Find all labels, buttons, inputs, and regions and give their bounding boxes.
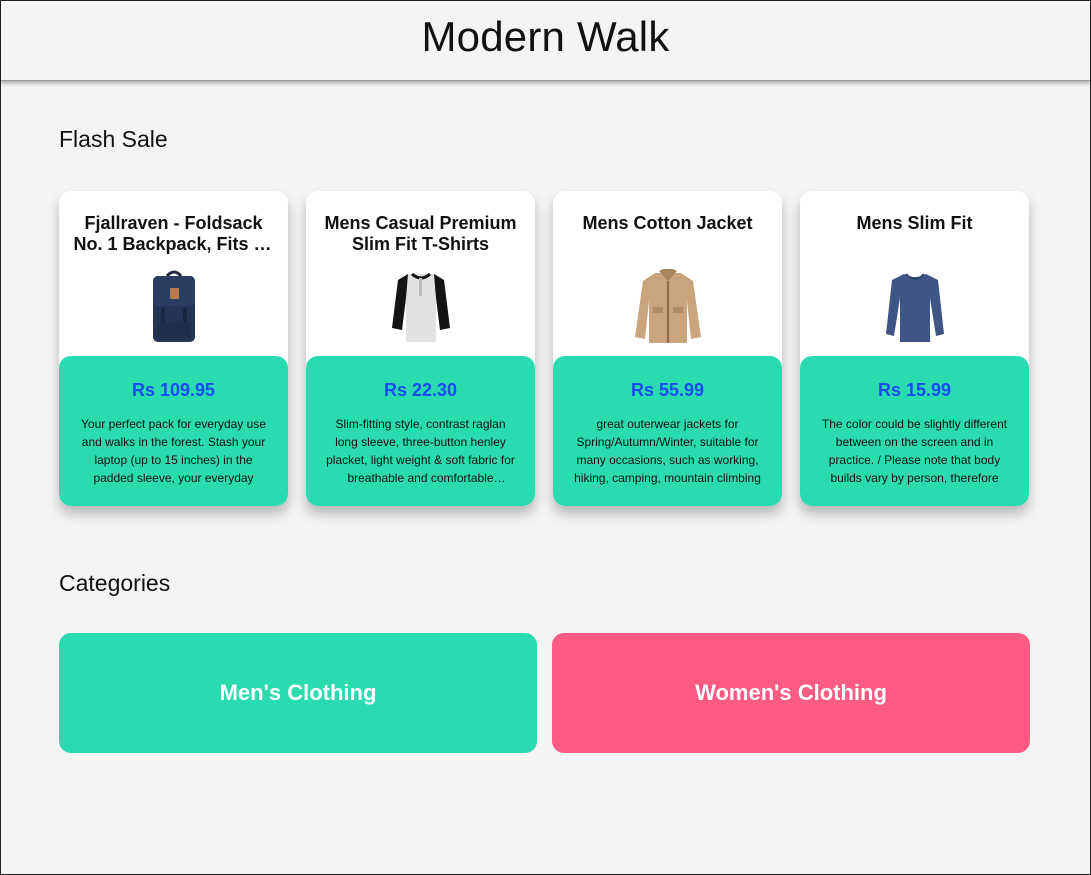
product-list: Fjallraven - Foldsack No. 1 Backpack, Fi… xyxy=(59,191,1030,506)
category-mens-clothing[interactable]: Men's Clothing xyxy=(59,633,537,753)
product-title: Fjallraven - Foldsack No. 1 Backpack, Fi… xyxy=(73,213,274,254)
category-womens-clothing[interactable]: Women's Clothing xyxy=(552,633,1030,753)
product-card[interactable]: Mens Slim Fit Rs 15.99 The color could b… xyxy=(800,191,1029,506)
category-list: Men's Clothing Women's Clothing xyxy=(59,633,1030,753)
product-card-footer: Rs 109.95 Your perfect pack for everyday… xyxy=(59,356,288,506)
flash-sale-title: Flash Sale xyxy=(59,126,168,152)
product-card[interactable]: Mens Casual Premium Slim Fit T-Shirts Rs… xyxy=(306,191,535,506)
product-price: Rs 55.99 xyxy=(630,380,705,400)
product-card-footer: Rs 22.30 Slim-fitting style, contrast ra… xyxy=(306,356,535,506)
categories-title: Categories xyxy=(59,570,171,596)
main-content: Flash Sale Fjallraven - Foldsack No. 1 B… xyxy=(1,126,1090,753)
product-description: The color could be slightly different be… xyxy=(821,417,1008,485)
app-header: Modern Walk xyxy=(1,1,1090,81)
product-card-header: Fjallraven - Foldsack No. 1 Backpack, Fi… xyxy=(59,191,288,356)
product-description: great outerwear jackets for Spring/Autum… xyxy=(574,417,761,485)
product-card[interactable]: Mens Cotton Jacket Rs 55.99 great outerw… xyxy=(553,191,782,506)
product-price: Rs 15.99 xyxy=(877,380,952,400)
backpack-icon xyxy=(134,265,214,349)
tshirt-icon xyxy=(381,265,461,349)
product-card-header: Mens Cotton Jacket xyxy=(553,191,782,356)
product-card[interactable]: Fjallraven - Foldsack No. 1 Backpack, Fi… xyxy=(59,191,288,506)
app-title[interactable]: Modern Walk xyxy=(421,13,669,61)
product-description: Slim-fitting style, contrast raglan long… xyxy=(326,417,515,485)
product-title: Mens Casual Premium Slim Fit T-Shirts xyxy=(324,213,517,254)
product-description: Your perfect pack for everyday use and w… xyxy=(81,417,266,485)
product-title: Mens Slim Fit xyxy=(856,213,973,233)
product-title: Mens Cotton Jacket xyxy=(582,213,753,233)
product-price: Rs 22.30 xyxy=(383,380,458,400)
jacket-icon xyxy=(628,265,708,349)
product-price: Rs 109.95 xyxy=(131,380,216,400)
product-card-header: Mens Slim Fit xyxy=(800,191,1029,356)
product-card-header: Mens Casual Premium Slim Fit T-Shirts xyxy=(306,191,535,356)
product-card-footer: Rs 15.99 The color could be slightly dif… xyxy=(800,356,1029,506)
sweater-icon xyxy=(875,265,955,349)
product-card-footer: Rs 55.99 great outerwear jackets for Spr… xyxy=(553,356,782,506)
